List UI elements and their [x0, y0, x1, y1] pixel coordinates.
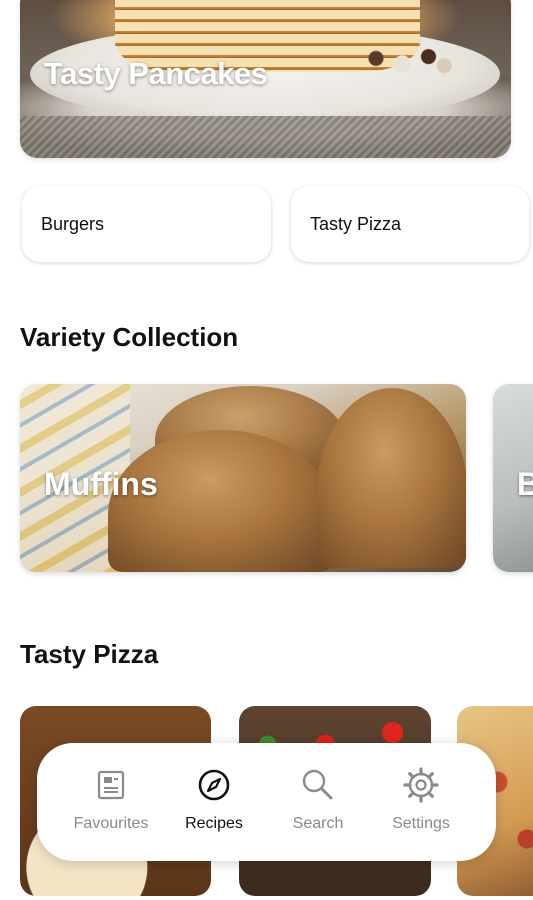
gear-icon — [403, 767, 439, 803]
compass-icon — [198, 769, 230, 801]
section-title-tasty-pizza: Tasty Pizza — [20, 639, 159, 669]
collection-card-muffins[interactable]: Muffins — [20, 384, 466, 572]
collection-card-title: Muffins — [44, 466, 158, 502]
category-chip-burgers[interactable]: Burgers — [22, 186, 271, 262]
bottom-navigation-bar: Favourites Recipes Search Settings — [37, 743, 496, 861]
hero-recipe-card[interactable]: Tasty Pancakes — [20, 0, 511, 158]
nav-label-favourites: Favourites — [73, 815, 149, 832]
recipes-screen: Tasty Pancakes Burgers Tasty Pizza Varie… — [0, 0, 533, 900]
cloth-image — [20, 116, 511, 158]
section-title-variety-collection: Variety Collection — [20, 322, 239, 352]
favourites-icon — [97, 770, 125, 800]
nav-label-recipes: Recipes — [185, 815, 243, 832]
nav-item-recipes[interactable]: Recipes — [164, 765, 264, 833]
nav-label-search: Search — [292, 815, 344, 832]
category-chip-tasty-pizza[interactable]: Tasty Pizza — [291, 186, 529, 262]
nav-label-settings: Settings — [392, 815, 450, 832]
collection-card-title: B — [517, 466, 533, 502]
muffin-image — [316, 388, 466, 568]
nav-item-search[interactable]: Search — [268, 765, 368, 833]
nav-item-settings[interactable]: Settings — [371, 765, 471, 833]
hero-card-title: Tasty Pancakes — [44, 56, 268, 91]
collection-card-next[interactable]: B — [493, 384, 533, 572]
nav-item-favourites[interactable]: Favourites — [61, 765, 161, 833]
search-icon — [302, 769, 333, 800]
nuts-garnish-image — [355, 44, 460, 80]
